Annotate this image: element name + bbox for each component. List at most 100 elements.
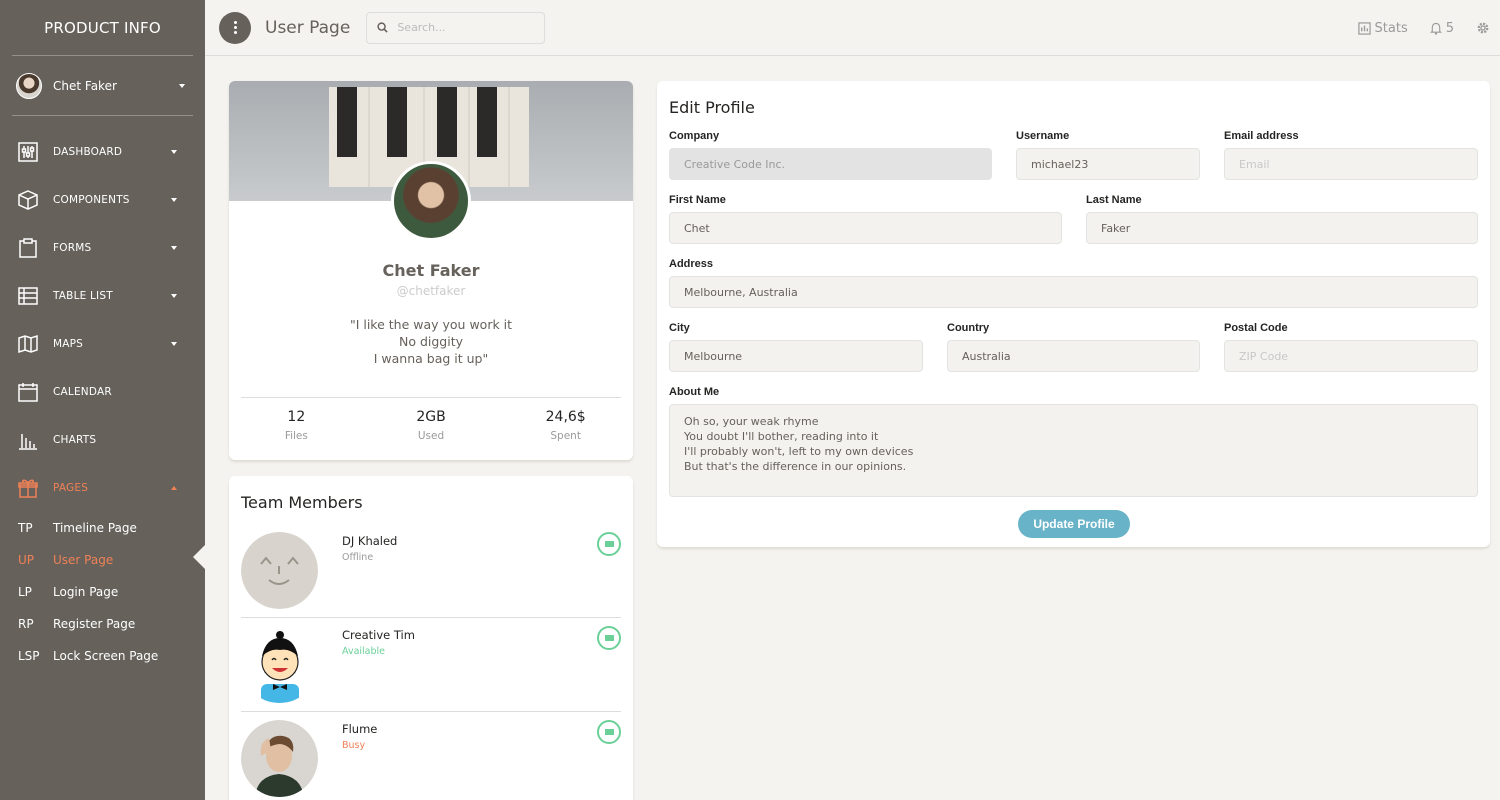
city-label: City — [669, 322, 690, 334]
first-name-label: First Name — [669, 194, 726, 206]
search-input[interactable] — [397, 21, 538, 34]
envelope-icon — [604, 541, 614, 547]
chevron-down-icon — [171, 294, 177, 298]
sidebar-subitem-timeline[interactable]: TP Timeline Page — [0, 512, 205, 544]
subitem-label: User Page — [53, 553, 114, 567]
sidebar-subitem-register[interactable]: RP Register Page — [0, 608, 205, 640]
stat-label: Used — [417, 430, 445, 442]
update-profile-button[interactable]: Update Profile — [1018, 510, 1130, 538]
email-button[interactable] — [597, 720, 621, 744]
profile-handle: @chetfaker — [396, 284, 466, 298]
address-field-group: Address Melbourne, Australia — [669, 258, 1478, 308]
subitem-label: Lock Screen Page — [53, 649, 159, 663]
subitem-abbr: RP — [18, 617, 34, 631]
settings-button[interactable] — [1476, 21, 1490, 35]
sidebar-item-label: COMPONENTS — [53, 194, 130, 206]
sidebar-user[interactable]: Chet Faker — [12, 56, 193, 116]
subitem-abbr: LP — [18, 585, 32, 599]
last-name-field[interactable]: Faker — [1086, 212, 1478, 244]
stat-used: 2GB Used — [364, 409, 499, 442]
sidebar-item-maps[interactable]: MAPS — [0, 320, 205, 368]
sidebar-item-label: PAGES — [53, 482, 89, 494]
member-status: Busy — [342, 740, 366, 751]
stat-spent: 24,6$ Spent — [498, 409, 633, 442]
quote-line: No diggity — [398, 334, 464, 349]
clipboard-icon — [19, 238, 37, 258]
member-name: Flume — [342, 722, 378, 736]
sidebar-item-calendar[interactable]: CALENDAR — [0, 368, 205, 416]
sidebar-subitem-login[interactable]: LP Login Page — [0, 576, 205, 608]
email-button[interactable] — [597, 532, 621, 556]
about-me-label: About Me — [669, 386, 720, 398]
profile-avatar[interactable] — [391, 161, 471, 241]
sidebar-item-components[interactable]: COMPONENTS — [0, 176, 205, 224]
sidebar-item-table-list[interactable]: TABLE LIST — [0, 272, 205, 320]
profile-stats: 12 Files 2GB Used 24,6$ Spent — [229, 409, 633, 442]
team-card: Team Members DJ Khaled Offline Creative … — [229, 476, 633, 800]
username-field[interactable]: michael23 — [1016, 148, 1200, 180]
chevron-up-icon — [171, 486, 177, 490]
postal-code-field[interactable]: ZIP Code — [1224, 340, 1478, 372]
email-label: Email address — [1224, 130, 1299, 142]
first-name-field-group: First Name Chet — [669, 194, 1062, 244]
member-status: Offline — [342, 552, 374, 563]
active-pointer — [193, 545, 205, 569]
sidebar-item-pages[interactable]: PAGES — [0, 464, 205, 512]
envelope-icon — [604, 635, 614, 641]
stat-label: Files — [284, 430, 308, 442]
search-icon — [377, 22, 388, 33]
first-name-field[interactable]: Chet — [669, 212, 1062, 244]
menu-toggle-button[interactable] — [219, 11, 251, 44]
country-field[interactable]: Australia — [947, 340, 1200, 372]
gear-icon — [1477, 22, 1489, 34]
sidebar-item-forms[interactable]: FORMS — [0, 224, 205, 272]
about-me-textarea[interactable]: Oh so, your weak rhyme You doubt I'll bo… — [669, 404, 1478, 497]
sidebar-item-label: CALENDAR — [53, 386, 112, 398]
search-box[interactable] — [366, 11, 546, 44]
chart-icon — [19, 434, 37, 450]
edit-profile-card: Edit Profile Company Creative Code Inc. … — [657, 81, 1490, 547]
username-field-group: Username michael23 — [1016, 130, 1200, 180]
company-label: Company — [669, 130, 720, 142]
email-field[interactable]: Email — [1224, 148, 1478, 180]
member-avatar — [241, 720, 318, 797]
profile-quote: "I like the way you work it No diggity I… — [229, 316, 633, 367]
company-field[interactable]: Creative Code Inc. — [669, 148, 992, 180]
member-avatar — [241, 532, 318, 609]
divider — [241, 397, 621, 398]
sidebar-subitem-lock-screen[interactable]: LSP Lock Screen Page — [0, 640, 205, 672]
country-field-group: Country Australia — [947, 322, 1200, 372]
last-name-field-group: Last Name Faker — [1086, 194, 1478, 244]
city-field-group: City Melbourne — [669, 322, 923, 372]
profile-name: Chet Faker — [382, 261, 480, 280]
stats-link[interactable]: Stats — [1357, 21, 1408, 36]
notifications-button[interactable]: 5 — [1429, 21, 1454, 36]
list-item: Flume Busy — [241, 712, 621, 800]
chevron-down-icon — [179, 83, 185, 88]
subitem-abbr: TP — [18, 521, 33, 535]
envelope-icon — [604, 729, 614, 735]
address-field[interactable]: Melbourne, Australia — [669, 276, 1478, 308]
list-item: DJ Khaled Offline — [241, 524, 621, 618]
sidebar-item-charts[interactable]: CHARTS — [0, 416, 205, 464]
postal-code-label: Postal Code — [1224, 322, 1288, 334]
last-name-label: Last Name — [1086, 194, 1142, 206]
team-title: Team Members — [241, 493, 363, 512]
brand-logo[interactable]: PRODUCT INFO — [12, 0, 193, 56]
city-field[interactable]: Melbourne — [669, 340, 923, 372]
email-button[interactable] — [597, 626, 621, 650]
calendar-icon — [18, 383, 38, 402]
stat-value: 2GB — [416, 409, 446, 425]
bell-icon — [1429, 22, 1442, 35]
stat-files: 12 Files — [229, 409, 364, 442]
member-status: Available — [342, 646, 386, 657]
sidebar-item-dashboard[interactable]: DASHBOARD — [0, 128, 205, 176]
dashboard-icon — [18, 142, 38, 162]
subitem-abbr: UP — [18, 553, 35, 567]
sidebar-subitem-user[interactable]: UP User Page — [0, 544, 205, 576]
address-label: Address — [669, 258, 714, 270]
quote-line: "I like the way you work it — [349, 317, 513, 332]
stat-value: 24,6$ — [545, 409, 586, 425]
edit-profile-title: Edit Profile — [669, 98, 755, 117]
gift-icon — [18, 479, 38, 498]
